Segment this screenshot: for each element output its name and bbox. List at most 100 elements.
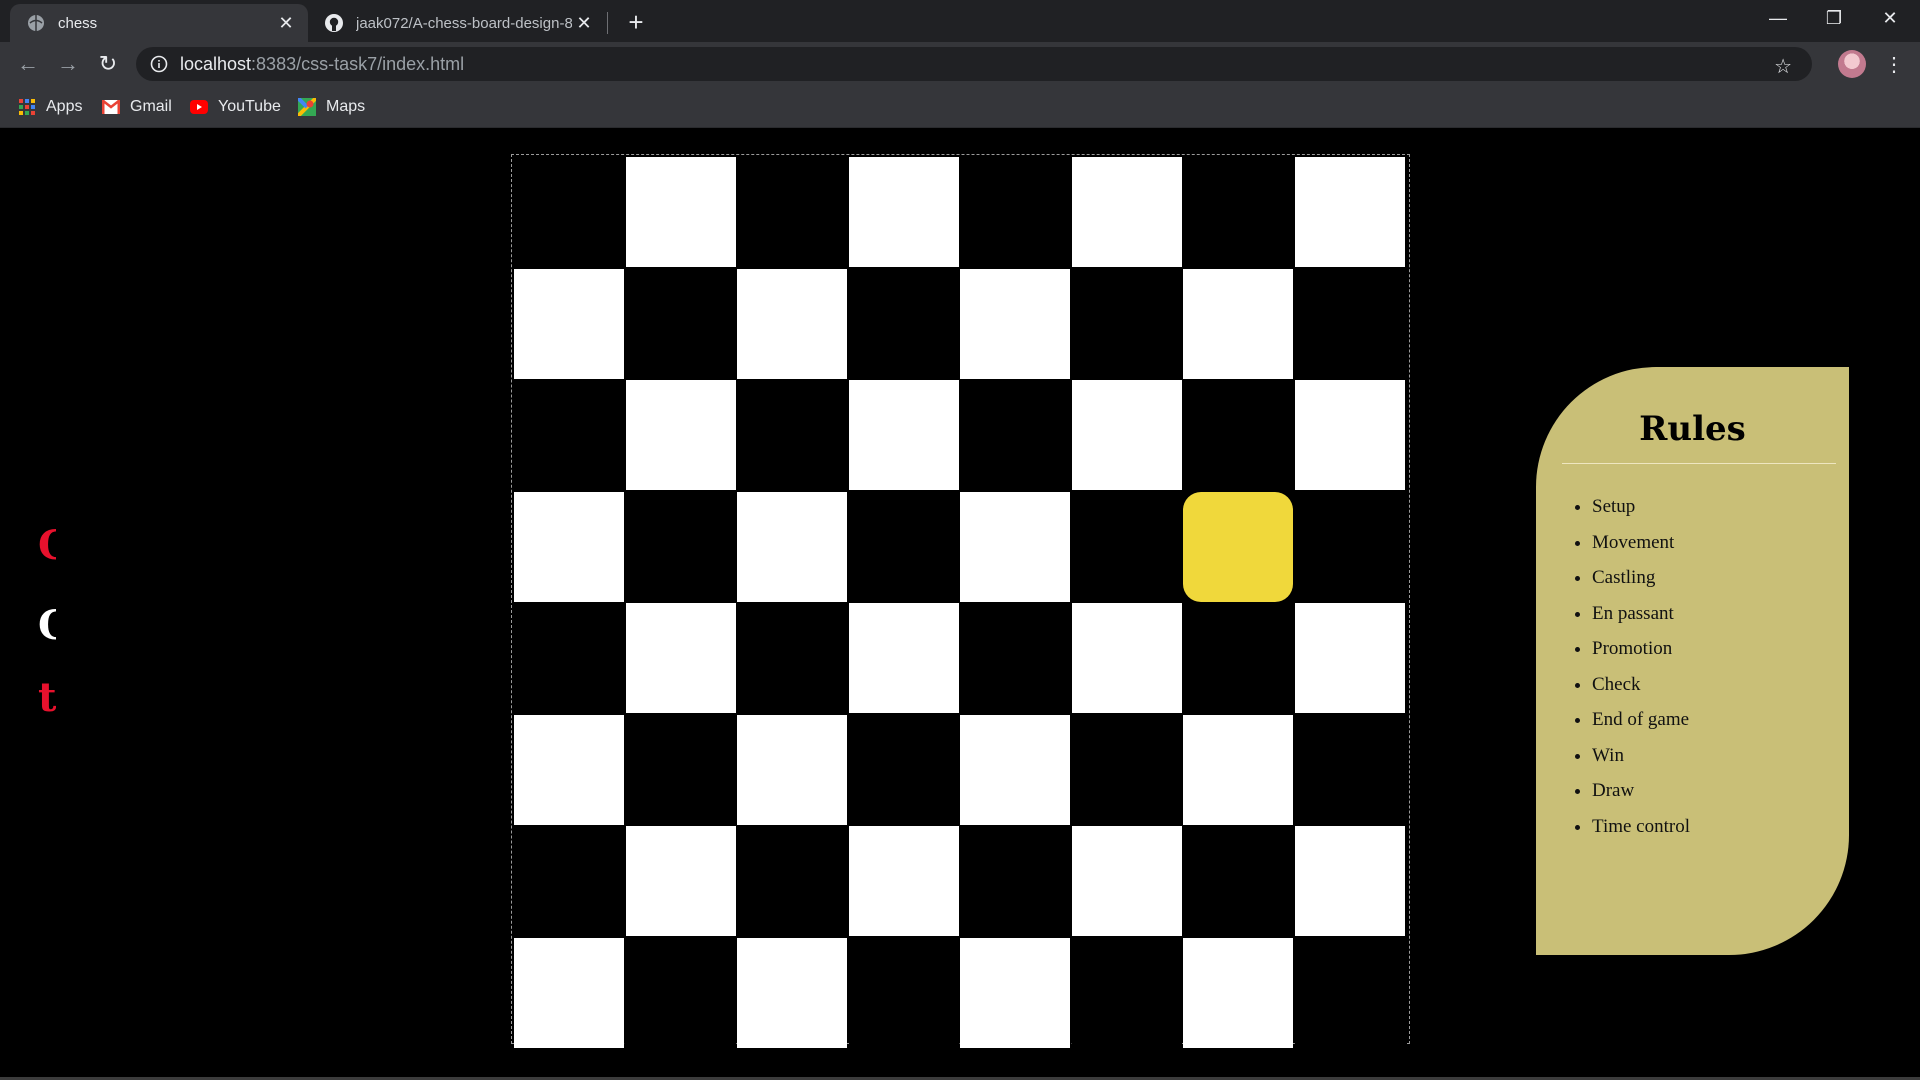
board-square[interactable] — [848, 826, 959, 936]
board-square[interactable] — [1071, 937, 1182, 1048]
board-square[interactable] — [737, 603, 847, 713]
board-square[interactable] — [1183, 603, 1293, 713]
board-square[interactable] — [848, 380, 959, 490]
board-square[interactable] — [848, 714, 959, 825]
more-menu-icon[interactable]: ⋮ — [1880, 50, 1908, 78]
board-square[interactable] — [737, 937, 847, 1048]
board-square[interactable] — [514, 491, 624, 602]
board-square[interactable] — [1071, 603, 1182, 713]
rules-item[interactable]: Movement — [1592, 532, 1690, 568]
board-square[interactable] — [1294, 491, 1405, 602]
board-square[interactable] — [848, 157, 959, 267]
chess-board — [511, 154, 1410, 1048]
info-icon[interactable] — [150, 55, 168, 73]
board-square[interactable] — [1183, 826, 1293, 936]
address-bar[interactable]: localhost:8383/css-task7/index.html ☆ — [136, 47, 1812, 81]
board-square[interactable] — [625, 380, 736, 490]
board-square[interactable] — [514, 268, 624, 379]
close-window-icon[interactable]: ✕ — [1862, 0, 1918, 36]
new-tab-icon[interactable]: + — [622, 7, 650, 37]
minimize-icon[interactable]: — — [1750, 0, 1806, 36]
board-square[interactable] — [514, 826, 624, 936]
rules-item[interactable]: En passant — [1592, 603, 1690, 639]
board-square[interactable] — [1183, 714, 1293, 825]
board-square[interactable] — [960, 491, 1070, 602]
board-square[interactable] — [960, 937, 1070, 1048]
bookmark-label: Gmail — [130, 98, 172, 115]
board-square[interactable] — [514, 157, 624, 267]
rules-item[interactable]: Check — [1592, 674, 1690, 710]
avatar[interactable] — [1838, 50, 1866, 78]
apps-grid-icon — [18, 98, 36, 116]
rules-item[interactable]: End of game — [1592, 709, 1690, 745]
bookmark-maps[interactable]: Maps — [298, 95, 365, 119]
tab-title: jaak072/A-chess-board-design-8 — [356, 14, 572, 32]
board-square[interactable] — [1183, 157, 1293, 267]
board-square[interactable] — [625, 714, 736, 825]
board-square[interactable] — [848, 491, 959, 602]
board-square[interactable] — [737, 157, 847, 267]
board-square[interactable] — [737, 491, 847, 602]
rules-item[interactable]: Setup — [1592, 496, 1690, 532]
page-content: C C t Rules SetupMovementCastlingEn pass… — [0, 128, 1920, 1080]
forward-icon[interactable]: → — [52, 48, 84, 80]
board-square[interactable] — [1071, 491, 1182, 602]
reload-icon[interactable]: ↻ — [92, 48, 124, 80]
board-square[interactable] — [737, 826, 847, 936]
board-square[interactable] — [1294, 157, 1405, 267]
board-square[interactable] — [1071, 826, 1182, 936]
board-square[interactable] — [1071, 714, 1182, 825]
board-square[interactable] — [1071, 268, 1182, 379]
board-square[interactable] — [1294, 937, 1405, 1048]
board-square[interactable] — [1294, 603, 1405, 713]
rules-item[interactable]: Draw — [1592, 780, 1690, 816]
board-square[interactable] — [625, 603, 736, 713]
board-square[interactable] — [625, 937, 736, 1048]
board-square[interactable] — [848, 603, 959, 713]
restore-icon[interactable]: ❐ — [1806, 0, 1862, 36]
board-square[interactable] — [625, 826, 736, 936]
board-square[interactable] — [737, 268, 847, 379]
board-square[interactable] — [514, 380, 624, 490]
board-square[interactable] — [960, 714, 1070, 825]
rules-item[interactable]: Castling — [1592, 567, 1690, 603]
board-square[interactable] — [1183, 937, 1293, 1048]
board-square[interactable] — [960, 157, 1070, 267]
board-square[interactable] — [1294, 826, 1405, 936]
board-square[interactable] — [848, 937, 959, 1048]
board-square[interactable] — [625, 491, 736, 602]
board-square[interactable] — [960, 603, 1070, 713]
board-square[interactable] — [514, 603, 624, 713]
bookmark-gmail[interactable]: Gmail — [102, 95, 172, 119]
board-square[interactable] — [1071, 380, 1182, 490]
rules-item[interactable]: Win — [1592, 745, 1690, 781]
board-square[interactable] — [625, 157, 736, 267]
rules-item[interactable]: Time control — [1592, 816, 1690, 852]
rules-item[interactable]: Promotion — [1592, 638, 1690, 674]
board-square[interactable] — [1071, 157, 1182, 267]
board-square[interactable] — [1294, 380, 1405, 490]
tab-github[interactable]: jaak072/A-chess-board-design-8 ✕ — [310, 4, 606, 42]
bookmark-star-icon[interactable]: ☆ — [1774, 54, 1792, 79]
highlighted-square[interactable] — [1183, 491, 1293, 602]
board-square[interactable] — [960, 268, 1070, 379]
tab-chess[interactable]: chess ✕ — [10, 4, 308, 42]
bookmark-apps[interactable]: Apps — [18, 95, 82, 119]
back-icon[interactable]: ← — [12, 48, 44, 80]
board-square[interactable] — [1294, 268, 1405, 379]
bookmark-youtube[interactable]: YouTube — [190, 95, 281, 119]
close-tab-icon[interactable]: ✕ — [572, 11, 596, 35]
board-square[interactable] — [625, 268, 736, 379]
board-square[interactable] — [1183, 268, 1293, 379]
close-tab-icon[interactable]: ✕ — [274, 11, 298, 35]
board-square[interactable] — [960, 380, 1070, 490]
board-square[interactable] — [737, 714, 847, 825]
board-square[interactable] — [514, 937, 624, 1048]
board-square[interactable] — [737, 380, 847, 490]
board-square[interactable] — [848, 268, 959, 379]
board-square[interactable] — [1183, 380, 1293, 490]
youtube-icon — [190, 98, 208, 116]
board-square[interactable] — [514, 714, 624, 825]
board-square[interactable] — [960, 826, 1070, 936]
board-square[interactable] — [1294, 714, 1405, 825]
